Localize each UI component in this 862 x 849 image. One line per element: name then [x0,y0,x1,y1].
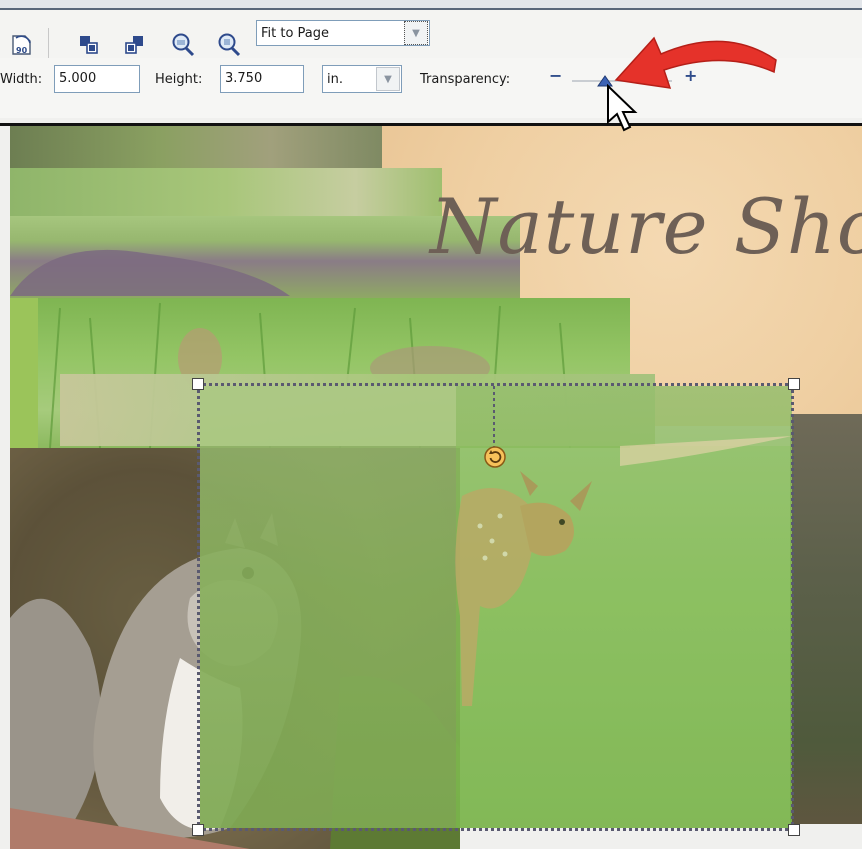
zoom-out-icon[interactable] [216,32,242,58]
transparency-label: Transparency: [420,72,511,87]
zoom-select[interactable]: Fit to Page ▼ [256,20,430,46]
width-field[interactable]: 5.000 [54,65,140,93]
bring-forward-icon[interactable] [76,32,102,58]
photo-layer[interactable] [790,414,862,824]
zoom-select-value: Fit to Page [261,25,330,41]
window-top-border [0,0,862,10]
design-canvas[interactable]: Nature Shots [0,126,862,849]
resize-handle-top-right[interactable] [788,378,800,390]
unit-select[interactable]: in. ▼ [322,65,402,93]
rotate-90-icon[interactable]: 90 [10,32,36,58]
zoom-in-icon[interactable] [170,32,196,58]
chevron-down-icon[interactable]: ▼ [376,67,400,91]
send-backward-icon[interactable] [122,32,148,58]
goose-shape [10,249,290,296]
page-title[interactable]: Nature Shots [430,182,862,271]
rotate-handle-icon[interactable] [484,446,506,468]
height-field[interactable]: 3.750 [220,65,304,93]
transparency-decrease-button[interactable]: − [549,66,562,85]
mouse-pointer-icon [607,84,638,132]
svg-text:90: 90 [16,46,28,55]
resize-handle-bottom-right[interactable] [788,824,800,836]
photo-layer-edge [10,298,38,448]
resize-handle-top-left[interactable] [192,378,204,390]
photo-layer[interactable] [10,126,382,172]
width-label: Width: [0,72,43,87]
unit-select-value: in. [327,71,343,87]
photo-layer[interactable] [10,168,442,218]
toolbar-separator [48,28,49,58]
resize-handle-bottom-left[interactable] [192,824,204,836]
chevron-down-icon[interactable]: ▼ [404,21,428,45]
height-label: Height: [155,72,203,87]
